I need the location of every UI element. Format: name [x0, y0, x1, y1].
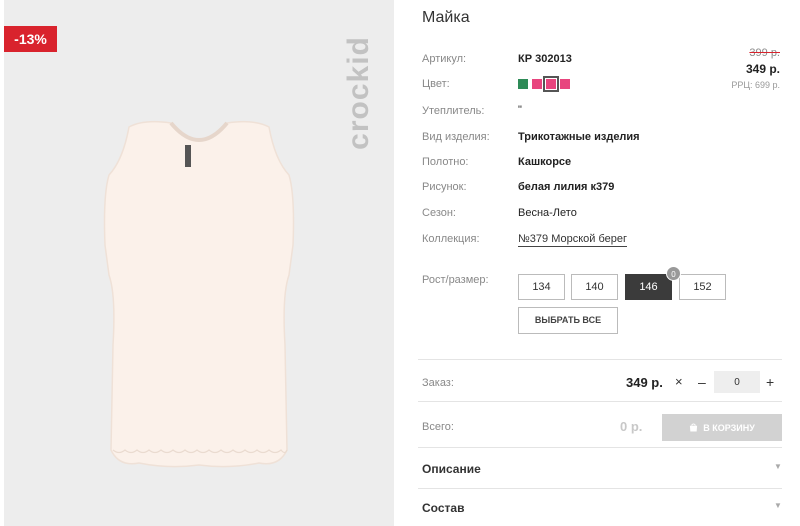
size-button-152[interactable]: 152 [679, 274, 726, 300]
bag-icon [690, 423, 698, 432]
divider [418, 359, 782, 360]
color-swatch-pink-2[interactable] [560, 79, 570, 89]
order-label: Заказ: [422, 377, 454, 389]
divider [418, 401, 782, 402]
times-icon: × [675, 374, 683, 389]
brand-logo-text: crockid [342, 36, 375, 150]
size-count-badge: 0 [666, 266, 681, 281]
tank-top-image [103, 120, 295, 468]
size-label: Рост/размер: [422, 274, 489, 286]
size-button-146[interactable]: 146 [625, 274, 672, 300]
product-title: Майка [422, 9, 470, 26]
color-swatches [518, 76, 570, 92]
accordion-composition[interactable]: Состав [422, 501, 464, 515]
spec-value-season: Весна-Лето [518, 207, 577, 219]
decrement-button[interactable]: – [698, 374, 706, 390]
spec-label-fabric: Полотно: [422, 156, 469, 168]
size-button-140[interactable]: 140 [571, 274, 618, 300]
total-label: Всего: [422, 421, 454, 433]
spec-label-print: Рисунок: [422, 181, 467, 193]
spec-label-insulation: Утеплитель: [422, 105, 485, 117]
spec-label-color: Цвет: [422, 78, 450, 90]
spec-label-season: Сезон: [422, 207, 456, 219]
divider [418, 447, 782, 448]
color-swatch-green[interactable] [518, 79, 528, 89]
size-button-134[interactable]: 134 [518, 274, 565, 300]
spec-label-article: Артикул: [422, 53, 467, 65]
order-unit-price: 349 р. [626, 375, 663, 390]
spec-value-print: белая лилия к379 [518, 181, 615, 193]
spec-value-article: КР 302013 [518, 53, 572, 65]
old-price: 399 р. [749, 47, 780, 59]
spec-value-insulation: " [518, 104, 522, 116]
collection-link[interactable]: №379 Морской берег [518, 233, 628, 247]
accordion-description[interactable]: Описание [422, 462, 481, 476]
chevron-down-icon[interactable]: ▼ [774, 462, 782, 471]
current-price: 349 р. [745, 62, 780, 76]
rrp-price: РРЦ: 699 р. [731, 80, 780, 90]
discount-badge: -13% [4, 26, 57, 52]
spec-value-fabric: Кашкорсе [518, 156, 572, 168]
chevron-down-icon[interactable]: ▼ [774, 501, 782, 510]
spec-label-collection: Коллекция: [422, 233, 480, 245]
add-to-cart-label: В КОРЗИНУ [703, 422, 755, 433]
add-to-cart-button[interactable]: В КОРЗИНУ [662, 414, 782, 441]
divider [418, 488, 782, 489]
spec-value-type: Трикотажные изделия [518, 131, 640, 143]
spec-label-type: Вид изделия: [422, 131, 490, 143]
increment-button[interactable]: + [766, 374, 774, 390]
color-swatch-pink[interactable] [532, 79, 542, 89]
total-value: 0 р. [620, 419, 643, 434]
brand-logo: crockid [329, 18, 389, 168]
quantity-input[interactable] [714, 371, 760, 393]
select-all-button[interactable]: ВЫБРАТЬ ВСЕ [518, 307, 618, 334]
color-swatch-pink-selected[interactable] [543, 76, 559, 92]
